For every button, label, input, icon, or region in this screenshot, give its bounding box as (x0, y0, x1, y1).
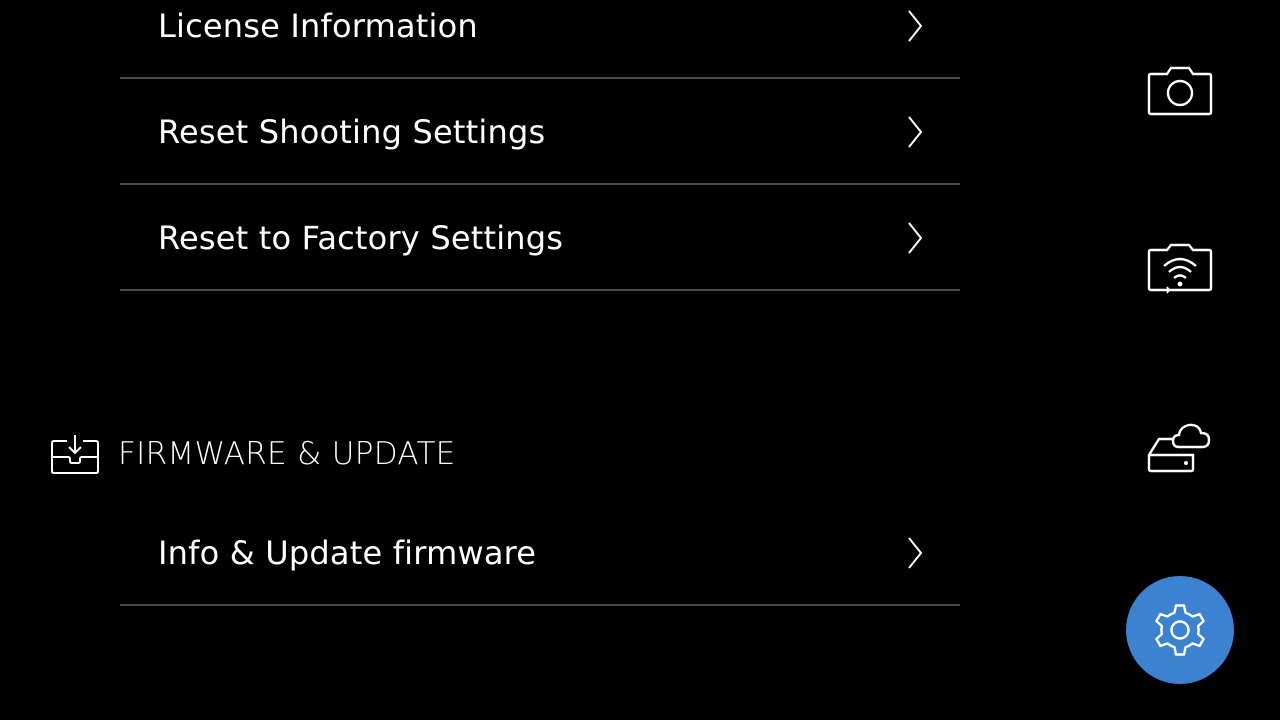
chevron-right-icon (908, 536, 923, 569)
menu-item-label: License Information (158, 6, 478, 45)
cloud-storage-icon (1147, 423, 1211, 473)
section-title: FIRMWARE & UPDATE (118, 436, 456, 472)
menu-item-reset-factory-settings[interactable]: Reset to Factory Settings (120, 186, 960, 291)
nav-camera-wifi-button[interactable] (1126, 214, 1234, 322)
menu-item-license-information[interactable]: License Information (120, 0, 960, 79)
nav-settings-button[interactable] (1126, 576, 1234, 684)
menu-item-label: Reset to Factory Settings (158, 218, 564, 257)
chevron-right-icon (908, 221, 923, 254)
side-nav (1120, 0, 1280, 720)
download-tray-icon (51, 435, 99, 474)
nav-camera-button[interactable] (1126, 36, 1234, 144)
chevron-right-icon (908, 115, 923, 148)
firmware-section-header: FIRMWARE & UPDATE (50, 432, 456, 476)
chevron-right-icon (908, 9, 923, 42)
menu-item-reset-shooting-settings[interactable]: Reset Shooting Settings (120, 80, 960, 185)
nav-cloud-storage-button[interactable] (1126, 393, 1234, 501)
camera-icon (1147, 66, 1213, 116)
menu-item-label: Info & Update firmware (158, 533, 537, 572)
menu-item-label: Reset Shooting Settings (158, 112, 546, 151)
camera-wifi-icon (1147, 243, 1213, 294)
settings-screen: License Information Reset Shooting Setti… (0, 0, 1280, 720)
gear-icon (1155, 604, 1205, 656)
menu-item-info-update-firmware[interactable]: Info & Update firmware (120, 501, 960, 606)
